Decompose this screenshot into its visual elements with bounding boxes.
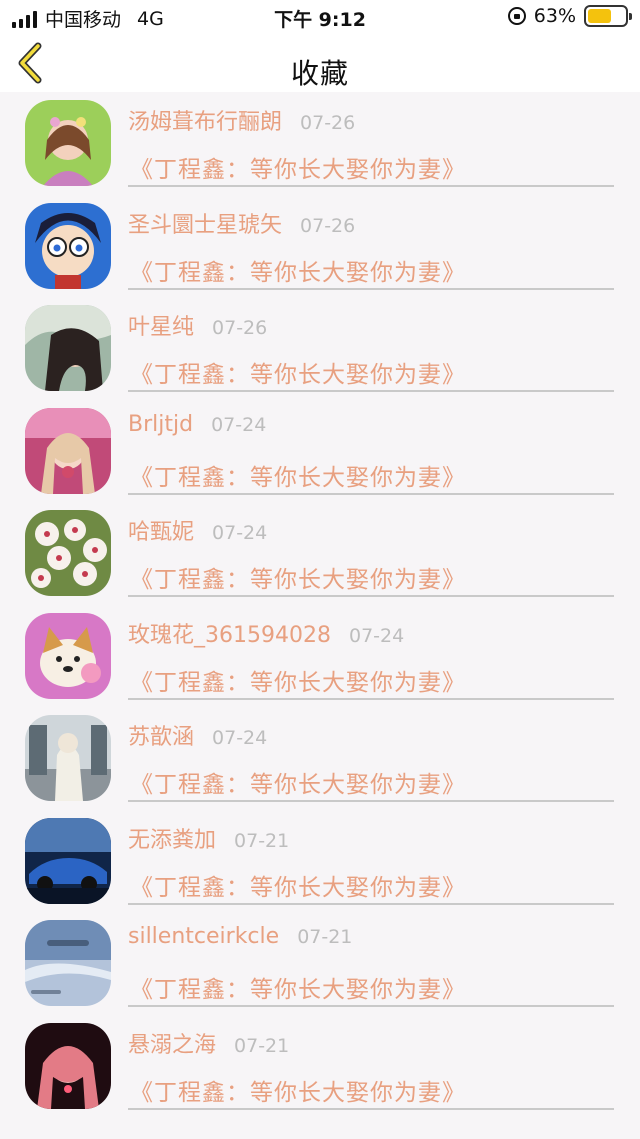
item-header: 汤姆葺布行酾朗 07-26 [128,104,355,136]
user-name[interactable]: Brljtjd [128,412,193,437]
user-name[interactable]: 苏歆涵 [128,719,194,751]
list-item[interactable]: 圣斗圜士星琥矢 07-26 《丁程鑫：等你长大娶你为妻》 [0,195,640,298]
item-header: 叶星纯 07-26 [128,309,267,341]
user-name[interactable]: 圣斗圜士星琥矢 [128,207,282,239]
story-title[interactable]: 《丁程鑫：等你长大娶你为妻》 [130,765,466,799]
list-item[interactable]: 无添粪加 07-21 《丁程鑫：等你长大娶你为妻》 [0,810,640,913]
user-name[interactable]: 玫瑰花_361594028 [128,617,331,649]
list-item[interactable]: sillentceirkcle 07-21 《丁程鑫：等你长大娶你为妻》 [0,912,640,1015]
story-title[interactable]: 《丁程鑫：等你长大娶你为妻》 [130,1073,466,1107]
item-date: 07-24 [212,522,268,544]
item-header: Brljtjd 07-24 [128,412,266,437]
user-name[interactable]: 悬溺之海 [128,1027,216,1059]
item-date: 07-24 [212,727,268,749]
story-title[interactable]: 《丁程鑫：等你长大娶你为妻》 [130,458,466,492]
item-header: sillentceirkcle 07-21 [128,924,352,949]
item-date: 07-26 [212,317,268,339]
list-item[interactable]: 叶星纯 07-26 《丁程鑫：等你长大娶你为妻》 [0,297,640,400]
item-header: 悬溺之海 07-21 [128,1027,289,1059]
item-header: 无添粪加 07-21 [128,822,289,854]
user-name[interactable]: 叶星纯 [128,309,194,341]
divider [128,1005,614,1007]
divider [128,697,614,700]
user-name[interactable]: 汤姆葺布行酾朗 [128,104,282,136]
nav-bar: 收藏 [0,34,640,92]
item-header: 玫瑰花_361594028 07-24 [128,617,404,649]
list-item[interactable]: 哈甄妮 07-24 《丁程鑫：等你长大娶你为妻》 [0,502,640,605]
list-item[interactable]: 汤姆葺布行酾朗 07-26 《丁程鑫：等你长大娶你为妻》 [0,92,640,195]
list-item[interactable]: 苏歆涵 07-24 《丁程鑫：等你长大娶你为妻》 [0,707,640,810]
divider [128,185,614,187]
user-name[interactable]: sillentceirkcle [128,924,279,949]
list-item[interactable]: 玫瑰花_361594028 07-24 《丁程鑫：等你长大娶你为妻》 [0,605,640,708]
avatar[interactable] [25,920,111,1006]
avatar[interactable] [25,202,111,289]
item-date: 07-21 [297,926,353,948]
item-date: 07-24 [211,413,267,436]
avatar[interactable] [25,407,111,494]
story-title[interactable]: 《丁程鑫：等你长大娶你为妻》 [130,560,466,594]
divider [128,595,614,597]
rotation-lock-icon [507,7,526,25]
item-date: 07-21 [234,829,290,852]
divider [128,492,614,495]
divider [128,287,614,290]
list-item[interactable]: Brljtjd 07-24 《丁程鑫：等你长大娶你为妻》 [0,400,640,503]
battery-percent: 63% [533,5,576,27]
list-item[interactable]: 悬溺之海 07-21 《丁程鑫：等你长大娶你为妻》 [0,1015,640,1118]
divider [128,800,614,802]
divider [128,902,614,905]
divider [128,1107,614,1110]
battery-level [588,9,611,23]
item-date: 07-26 [300,214,356,237]
battery-icon [584,5,632,27]
avatar[interactable] [25,510,111,596]
avatar[interactable] [25,817,111,904]
story-title[interactable]: 《丁程鑫：等你长大娶你为妻》 [130,355,466,389]
item-date: 07-24 [348,624,405,647]
user-name[interactable]: 无添粪加 [128,822,216,854]
avatar[interactable] [25,612,111,699]
user-name[interactable]: 哈甄妮 [128,514,194,546]
avatar[interactable] [25,715,111,801]
avatar[interactable] [25,305,111,391]
story-title[interactable]: 《丁程鑫：等你长大娶你为妻》 [130,663,466,697]
item-date: 07-21 [234,1034,290,1057]
divider [128,390,614,392]
item-date: 07-26 [300,112,356,134]
item-header: 苏歆涵 07-24 [128,719,267,751]
status-bar: 中国移动 4G 下午 9:12 63% [0,0,640,34]
item-header: 哈甄妮 07-24 [128,514,267,546]
avatar[interactable] [25,100,111,186]
status-right: 63% [507,5,632,27]
story-title[interactable]: 《丁程鑫：等你长大娶你为妻》 [130,253,466,287]
story-title[interactable]: 《丁程鑫：等你长大娶你为妻》 [130,150,466,184]
item-header: 圣斗圜士星琥矢 07-26 [128,207,355,239]
story-title[interactable]: 《丁程鑫：等你长大娶你为妻》 [130,868,466,902]
page-title: 收藏 [290,57,349,90]
story-title[interactable]: 《丁程鑫：等你长大娶你为妻》 [130,970,466,1004]
avatar[interactable] [25,1022,111,1109]
favorites-list[interactable]: 汤姆葺布行酾朗 07-26 《丁程鑫：等你长大娶你为妻》 圣斗圜士星琥矢 07-26 《丁… [0,92,640,1139]
